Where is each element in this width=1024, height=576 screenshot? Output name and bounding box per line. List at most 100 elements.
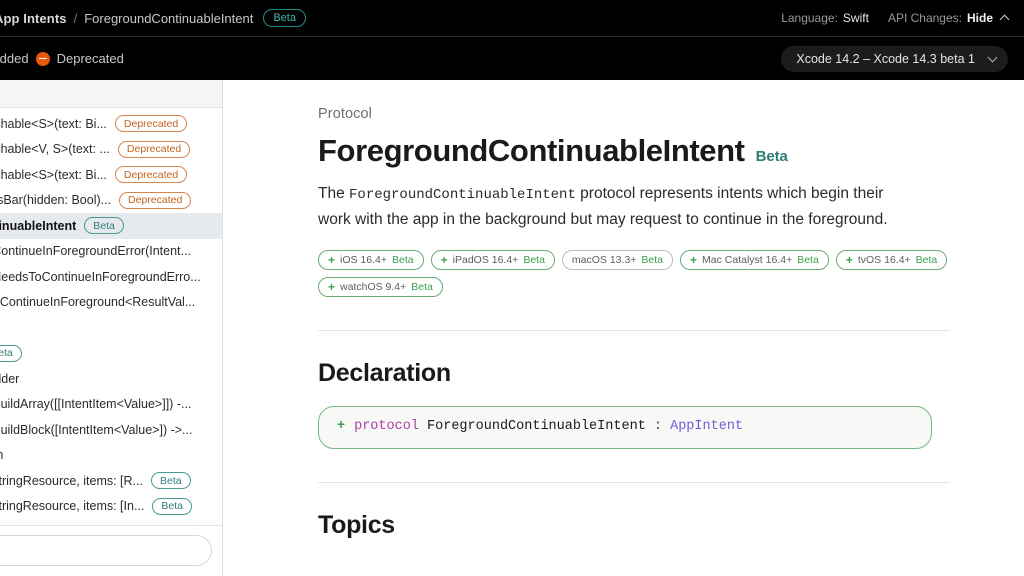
plus-icon: + bbox=[441, 254, 448, 266]
platform-badge[interactable]: + watchOS 9.4+ Beta bbox=[318, 277, 443, 297]
breadcrumb: App Intents / ForegroundContinuableInten… bbox=[0, 9, 306, 27]
sidebar-nav-list[interactable]: searchable<S>(text: Bi... Deprecated sea… bbox=[0, 108, 222, 525]
breadcrumb-beta-badge: Beta bbox=[263, 9, 306, 27]
topbar-controls: Language: Swift API Changes: Hide bbox=[781, 11, 1008, 25]
sidebar-filter-input[interactable] bbox=[0, 535, 212, 566]
sidebar-item[interactable]: zedStringResource, items: [R... Beta bbox=[0, 468, 222, 494]
api-changes-toggle[interactable]: Hide bbox=[967, 11, 993, 25]
sidebar: searchable<S>(text: Bi... Deprecated sea… bbox=[0, 80, 223, 576]
abstract-code-term: ForegroundContinuableIntent bbox=[349, 187, 576, 203]
status-badge: Deprecated bbox=[115, 115, 187, 132]
api-changes-bar: Added Deprecated Xcode 14.2 – Xcode 14.3… bbox=[0, 37, 1024, 80]
platform-availability-list: + iOS 16.4+ Beta + iPadOS 16.4+ Beta mac… bbox=[318, 250, 948, 297]
platform-beta-label: Beta bbox=[411, 282, 433, 293]
top-bars: App Intents / ForegroundContinuableInten… bbox=[0, 0, 1024, 80]
platform-name: watchOS 9.4+ bbox=[340, 282, 406, 293]
sidebar-item-label: estToContinueInForeground<ResultVal... bbox=[0, 295, 195, 309]
sidebar-item-label: zedStringResource, items: [R... bbox=[0, 474, 143, 488]
plus-icon: + bbox=[328, 281, 335, 293]
status-badge: Deprecated bbox=[119, 192, 191, 209]
platform-beta-label: Beta bbox=[392, 255, 414, 266]
platform-beta-label: Beta bbox=[523, 255, 545, 266]
platform-badge[interactable]: macOS 13.3+ Beta bbox=[562, 250, 673, 270]
section-divider bbox=[318, 330, 950, 331]
language-value[interactable]: Swift bbox=[843, 11, 869, 25]
sidebar-item[interactable]: searchable<S>(text: Bi... Deprecated bbox=[0, 111, 222, 137]
platform-beta-label: Beta bbox=[641, 255, 663, 266]
declaration-keyword: protocol bbox=[354, 419, 419, 434]
breadcrumb-bar: App Intents / ForegroundContinuableInten… bbox=[0, 0, 1024, 37]
topics-heading: Topics bbox=[318, 511, 950, 540]
section-divider bbox=[318, 482, 950, 483]
sidebar-item-label: zedStringResource, items: [In... bbox=[0, 499, 144, 513]
plus-icon: + bbox=[690, 254, 697, 266]
status-badge: Deprecated bbox=[115, 166, 187, 183]
platform-name: iOS 16.4+ bbox=[340, 255, 387, 266]
breadcrumb-root-link[interactable]: App Intents bbox=[0, 11, 67, 26]
api-changes-label: API Changes: bbox=[888, 11, 962, 25]
platform-name: macOS 13.3+ bbox=[572, 255, 637, 266]
main-content: Protocol ForegroundContinuableIntent Bet… bbox=[223, 80, 1024, 576]
sidebar-item[interactable]: ection bbox=[0, 443, 222, 469]
platform-badge[interactable]: + iOS 16.4+ Beta bbox=[318, 250, 424, 270]
sidebar-item-label: unc buildBlock([IntentItem<Value>]) ->..… bbox=[0, 423, 192, 437]
title-beta-badge: Beta bbox=[756, 148, 788, 165]
sidebar-footer bbox=[0, 525, 222, 576]
sidebar-item[interactable]: unc buildArray([[IntentItem<Value>]]) -.… bbox=[0, 392, 222, 418]
changes-legend: Added Deprecated bbox=[0, 51, 124, 66]
platform-beta-label: Beta bbox=[916, 255, 938, 266]
declaration-heading: Declaration bbox=[318, 359, 950, 388]
platform-name: Mac Catalyst 16.4+ bbox=[702, 255, 792, 266]
sidebar-item[interactable] bbox=[0, 315, 222, 341]
sidebar-item[interactable]: lsToContinueInForegroundError(Intent... bbox=[0, 239, 222, 265]
sidebar-item-label: searchable<S>(text: Bi... bbox=[0, 117, 107, 131]
abstract-pre: The bbox=[318, 185, 349, 202]
sidebar-header bbox=[0, 80, 222, 108]
status-badge: Beta bbox=[84, 217, 124, 234]
sidebar-item[interactable]: statusBar(hidden: Bool)... Deprecated bbox=[0, 188, 222, 214]
declaration-conformance-link[interactable]: AppIntent bbox=[670, 419, 743, 434]
status-badge: Beta bbox=[152, 498, 192, 515]
sidebar-item[interactable]: estToContinueInForeground<ResultVal... bbox=[0, 290, 222, 316]
status-badge: Deprecated bbox=[118, 141, 190, 158]
platform-badge[interactable]: + Mac Catalyst 16.4+ Beta bbox=[680, 250, 829, 270]
status-badge: Beta bbox=[151, 472, 191, 489]
xcode-version-select[interactable]: Xcode 14.2 – Xcode 14.3 beta 1 bbox=[781, 46, 1008, 72]
chevron-down-icon bbox=[988, 52, 998, 62]
platform-beta-label: Beta bbox=[797, 255, 819, 266]
page-title-row: ForegroundContinuableIntent Beta bbox=[318, 134, 950, 168]
page-eyebrow: Protocol bbox=[318, 106, 950, 122]
sidebar-item[interactable]: zedStringResource, items: [In... Beta bbox=[0, 494, 222, 520]
legend-label-deprecated: Deprecated bbox=[57, 51, 124, 66]
added-sign: + bbox=[337, 419, 345, 434]
sidebar-item-label: ContinuableIntent bbox=[0, 219, 76, 233]
page-abstract: The ForegroundContinuableIntent protocol… bbox=[318, 181, 918, 232]
sidebar-item-label: statusBar(hidden: Bool)... bbox=[0, 193, 111, 207]
declaration-code-block: +protocol ForegroundContinuableIntent : … bbox=[318, 406, 932, 449]
sidebar-item-selected[interactable]: ContinuableIntent Beta bbox=[0, 213, 222, 239]
sidebar-item-label: ection bbox=[0, 448, 3, 462]
plus-icon: + bbox=[328, 254, 335, 266]
minus-circle-icon bbox=[36, 52, 50, 66]
chevron-up-icon[interactable] bbox=[1000, 15, 1010, 25]
sidebar-item-label: unc buildArray([[IntentItem<Value>]]) -.… bbox=[0, 397, 191, 411]
legend-item-deprecated: Deprecated bbox=[36, 51, 124, 66]
platform-badge[interactable]: + tvOS 16.4+ Beta bbox=[836, 250, 947, 270]
sidebar-item-label: searchable<S>(text: Bi... bbox=[0, 168, 107, 182]
sidebar-item[interactable]: unc buildBlock([IntentItem<Value>]) ->..… bbox=[0, 417, 222, 443]
sidebar-item[interactable]: r Beta bbox=[0, 341, 222, 367]
declaration-name: ForegroundContinuableIntent bbox=[427, 419, 646, 434]
status-badge: Beta bbox=[0, 345, 22, 362]
legend-label-added: Added bbox=[0, 51, 29, 66]
sidebar-item[interactable]: n.Builder bbox=[0, 366, 222, 392]
sidebar-item-label: lsToNeedsToContinueInForegroundErro... bbox=[0, 270, 201, 284]
sidebar-item[interactable]: searchable<S>(text: Bi... Deprecated bbox=[0, 162, 222, 188]
sidebar-item[interactable]: lsToNeedsToContinueInForegroundErro... bbox=[0, 264, 222, 290]
sidebar-item[interactable]: searchable<V, S>(text: ... Deprecated bbox=[0, 137, 222, 163]
sidebar-item-label: lsToContinueInForegroundError(Intent... bbox=[0, 244, 191, 258]
page-shell: searchable<S>(text: Bi... Deprecated sea… bbox=[0, 80, 1024, 576]
breadcrumb-current: ForegroundContinuableIntent bbox=[84, 11, 253, 26]
platform-badge[interactable]: + iPadOS 16.4+ Beta bbox=[431, 250, 555, 270]
legend-item-added: Added bbox=[0, 51, 29, 66]
sidebar-item-label: n.Builder bbox=[0, 372, 19, 386]
